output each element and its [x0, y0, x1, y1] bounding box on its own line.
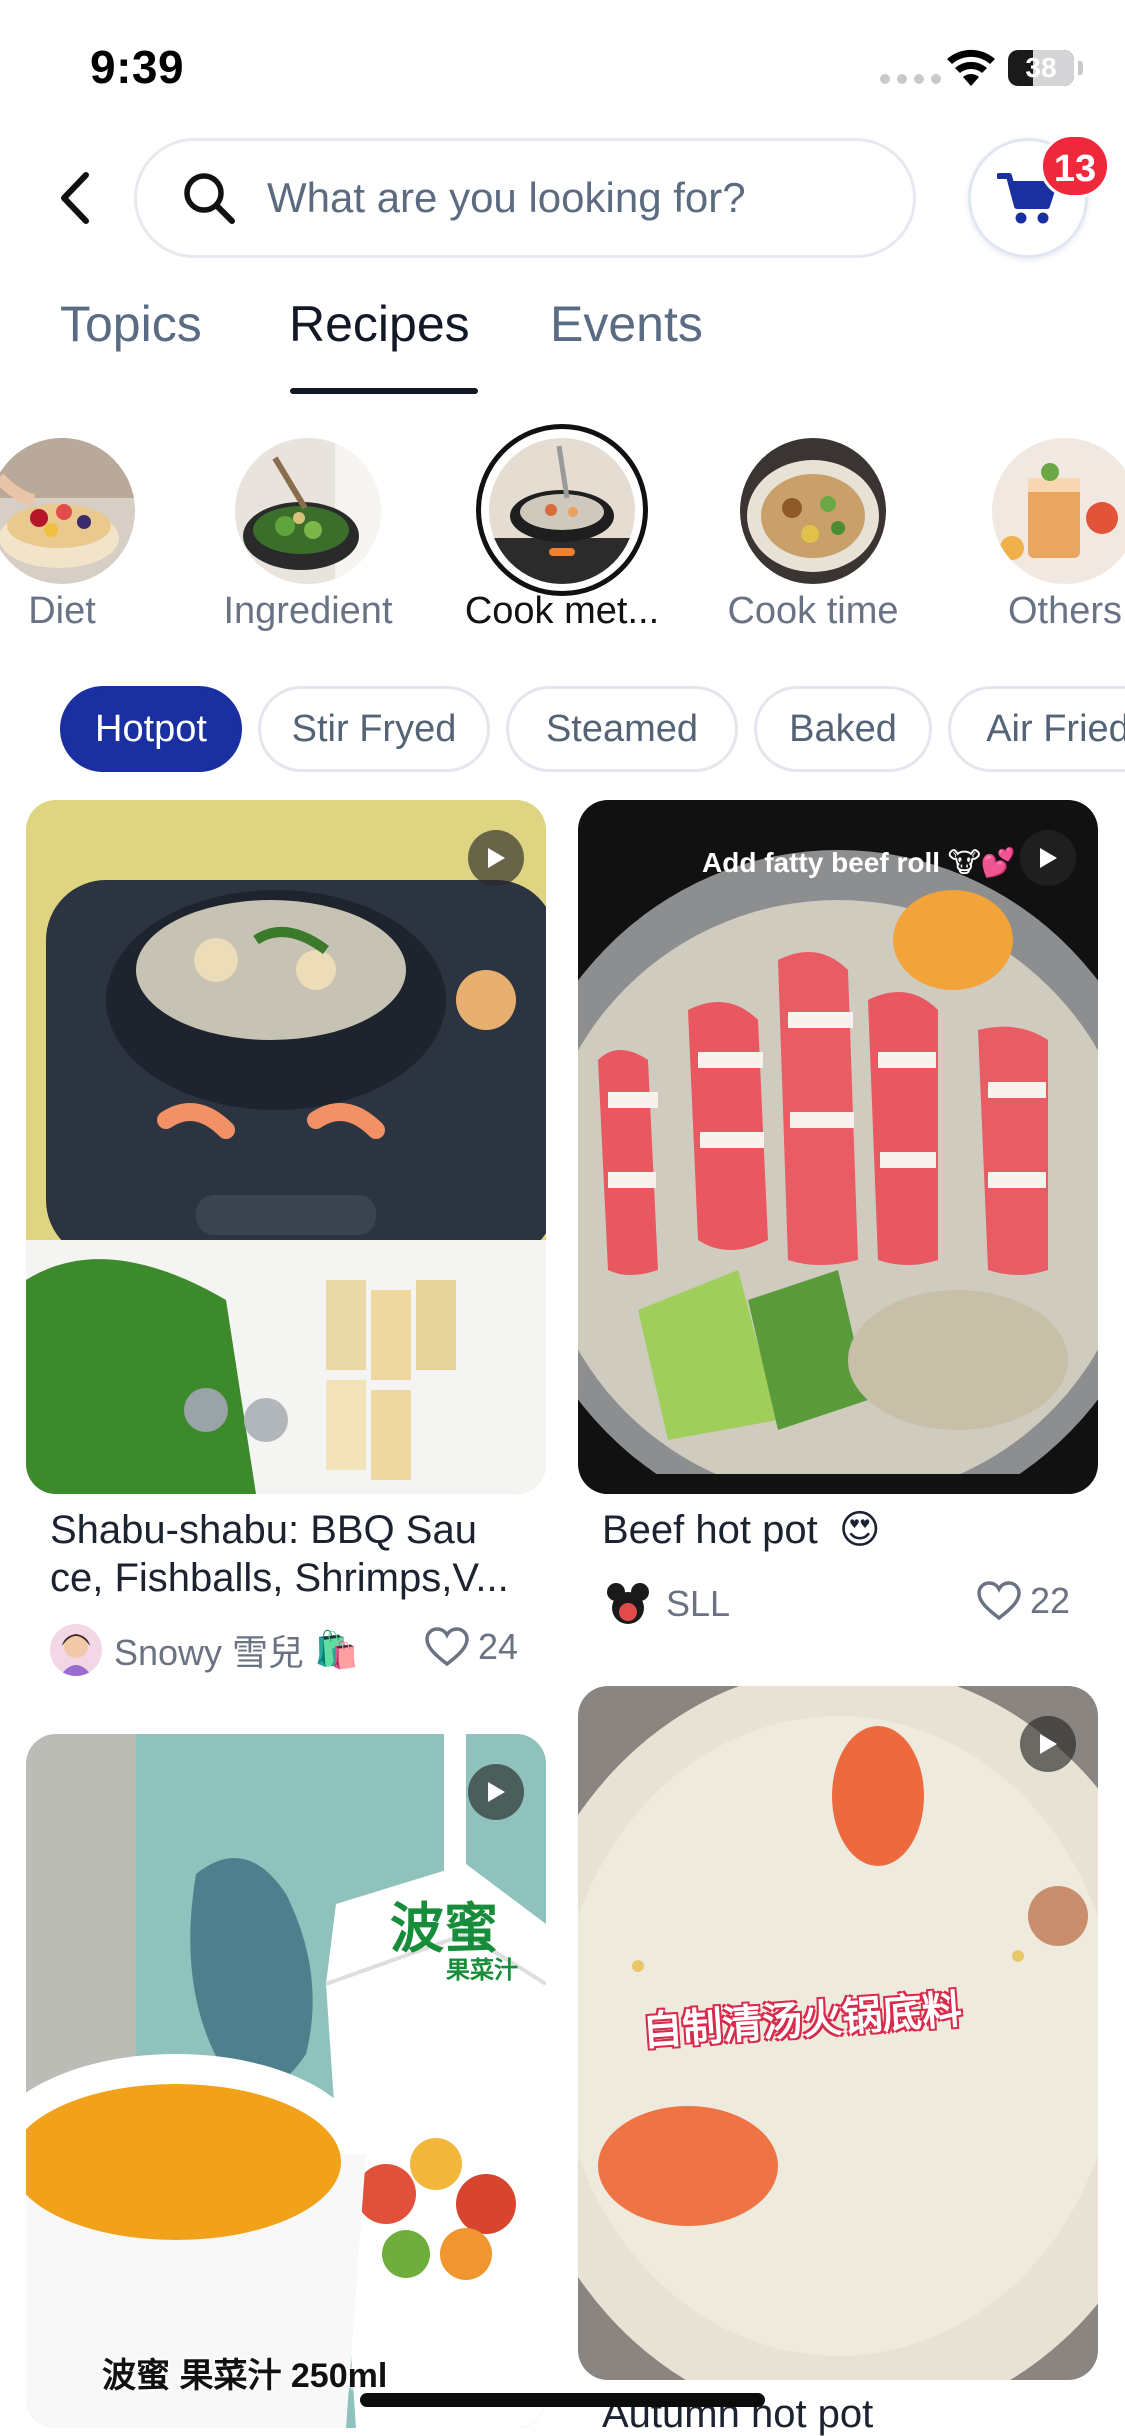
category-label: Others — [1007, 590, 1123, 632]
post-title: Shabu-shabu: BBQ Sau ce, Fishballs, Shri… — [50, 1508, 509, 1600]
post-overlay-text: 波蜜 果菜汁 250ml — [102, 2357, 388, 2395]
search-input[interactable] — [267, 174, 807, 222]
tab-topics[interactable]: Topics — [60, 295, 202, 395]
post-thumbnail[interactable]: 波蜜 果菜汁 波蜜 果菜汁 250ml — [26, 1734, 546, 2428]
post-author[interactable]: SLL — [602, 1578, 730, 1630]
chip-steamed[interactable]: Steamed — [506, 686, 738, 772]
play-icon — [468, 830, 524, 886]
tab-recipes[interactable]: Recipes — [289, 295, 470, 395]
category-label: Ingredient — [223, 590, 393, 632]
chip-stir-fryed[interactable]: Stir Fryed — [258, 686, 490, 772]
post-thumbnail[interactable]: 自制清汤火锅底料 — [578, 1686, 1098, 2380]
category-diet[interactable]: Diet — [0, 430, 142, 632]
like-count: 22 — [1030, 1580, 1071, 1621]
category-cook-time-image — [740, 438, 886, 584]
category-label: Cook met... — [464, 590, 660, 632]
play-icon — [468, 1764, 524, 1820]
status-time: 9:39 — [90, 41, 185, 93]
author-name: SLL — [666, 1583, 731, 1624]
category-cook-time[interactable]: Cook time — [727, 430, 899, 632]
tab-events[interactable]: Events — [550, 295, 703, 395]
category-ingredient-image — [235, 438, 381, 584]
tab-selected-indicator — [290, 388, 478, 394]
post-card[interactable]: 波蜜 果菜汁 波蜜 果菜汁 250ml — [26, 1734, 546, 2428]
author-name: Snowy 雪兒 — [114, 1632, 305, 1673]
cart-badge: 13 — [1040, 134, 1110, 198]
category-row: Diet Ingredient Cook met... Cook time Ot… — [0, 424, 1125, 650]
cellular-signal-icon — [880, 74, 941, 84]
status-bar: 9:39 38 — [0, 0, 1125, 135]
author-emoji: 🛍️ — [314, 1629, 359, 1670]
search-bar[interactable] — [134, 138, 916, 258]
post-author[interactable]: Snowy 雪兒 🛍️ — [50, 1624, 359, 1676]
package-sub-text: 果菜汁 — [446, 1957, 518, 1984]
chip-air-fried[interactable]: Air Fried — [948, 686, 1125, 772]
post-thumbnail[interactable]: Add fatty beef roll 🐮💕 — [578, 800, 1098, 1494]
category-label: Cook time — [727, 590, 899, 632]
category-cook-method[interactable]: Cook met... — [465, 424, 659, 632]
category-cook-method-image — [489, 438, 635, 584]
home-indicator — [360, 2393, 765, 2407]
avatar — [50, 1624, 102, 1676]
battery-icon: 38 — [1008, 50, 1074, 86]
play-icon — [1020, 830, 1076, 886]
post-thumbnail[interactable] — [26, 800, 546, 1494]
back-icon — [61, 172, 89, 224]
category-others[interactable]: Others — [985, 430, 1125, 632]
wifi-icon — [947, 49, 995, 86]
like-button[interactable]: 22 — [976, 1580, 1070, 1622]
post-card[interactable]: Add fatty beef roll 🐮💕 Beef hot pot 😍 SL… — [578, 800, 1098, 1680]
post-card[interactable]: 自制清汤火锅底料 Autumn hot pot — [578, 1686, 1098, 2436]
battery-tip — [1078, 61, 1083, 75]
category-others-image — [992, 438, 1125, 584]
category-diet-image — [0, 438, 135, 584]
back-button[interactable] — [50, 163, 100, 233]
chip-baked[interactable]: Baked — [754, 686, 932, 772]
like-button[interactable]: 24 — [424, 1626, 518, 1668]
avatar — [602, 1578, 654, 1630]
like-count: 24 — [478, 1626, 519, 1667]
post-title: Beef hot pot 😍 — [602, 1508, 881, 1552]
search-icon — [184, 173, 235, 224]
chip-hotpot[interactable]: Hotpot — [60, 686, 242, 772]
post-card[interactable]: Shabu-shabu: BBQ Sau ce, Fishballs, Shri… — [26, 800, 546, 1700]
heart-icon — [425, 1627, 469, 1667]
post-overlay-text: Add fatty beef roll 🐮💕 — [702, 847, 1016, 878]
play-icon — [1020, 1716, 1076, 1772]
category-ingredient[interactable]: Ingredient — [223, 430, 393, 632]
heart-icon — [977, 1581, 1021, 1621]
